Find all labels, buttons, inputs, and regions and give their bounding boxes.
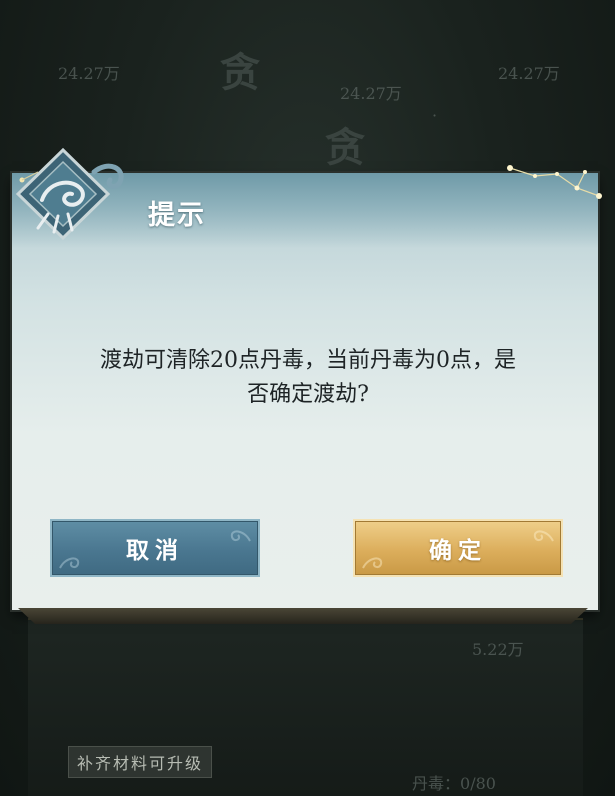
dialog-message-line: 渡劫可清除20点丹毒，当前丹毒为0点，是 [100,348,516,373]
confirm-button-label: 确定 [429,537,487,564]
cloud-swirl-icon [59,557,80,569]
dialog-message-line: 否确定渡劫? [247,382,369,407]
dragon-emblem-icon [15,147,124,241]
bg-decor-glyph: 贪 [220,49,260,96]
bg-power-text: 5.22万 [472,640,524,659]
cancel-button[interactable]: 取消 [50,519,260,577]
pill-toxin-readout: 丹毒：0/80 [412,770,496,794]
dialog-bottom-trim [18,608,588,624]
pill-toxin-value: 0/80 [460,774,496,793]
game-screen: 贪 贪 24.27万 24.27万 24.27万 · 5.22万 补齐材料可升级… [0,0,615,796]
cancel-button-label: 取消 [126,537,184,564]
cloud-swirl-icon [533,530,554,542]
dialog-title: 提示 [148,200,206,231]
bg-value-text: 24.27万 [58,64,120,83]
bg-decor-glyph: 贪 [325,124,365,171]
cloud-swirl-icon [362,557,383,569]
dialog-message: 渡劫可清除20点丹毒，当前丹毒为0点，是 否确定渡劫? [58,344,558,412]
cloud-swirl-icon [230,530,251,542]
constellation-icon [507,165,602,199]
bg-dot-icon: · [432,106,438,125]
bg-value-text: 24.27万 [340,84,402,103]
upgrade-hint-tag: 补齐材料可升级 [68,746,213,778]
confirm-button[interactable]: 确定 [353,519,563,577]
bg-value-text: 24.27万 [498,64,560,83]
pill-toxin-label: 丹毒： [412,774,461,793]
